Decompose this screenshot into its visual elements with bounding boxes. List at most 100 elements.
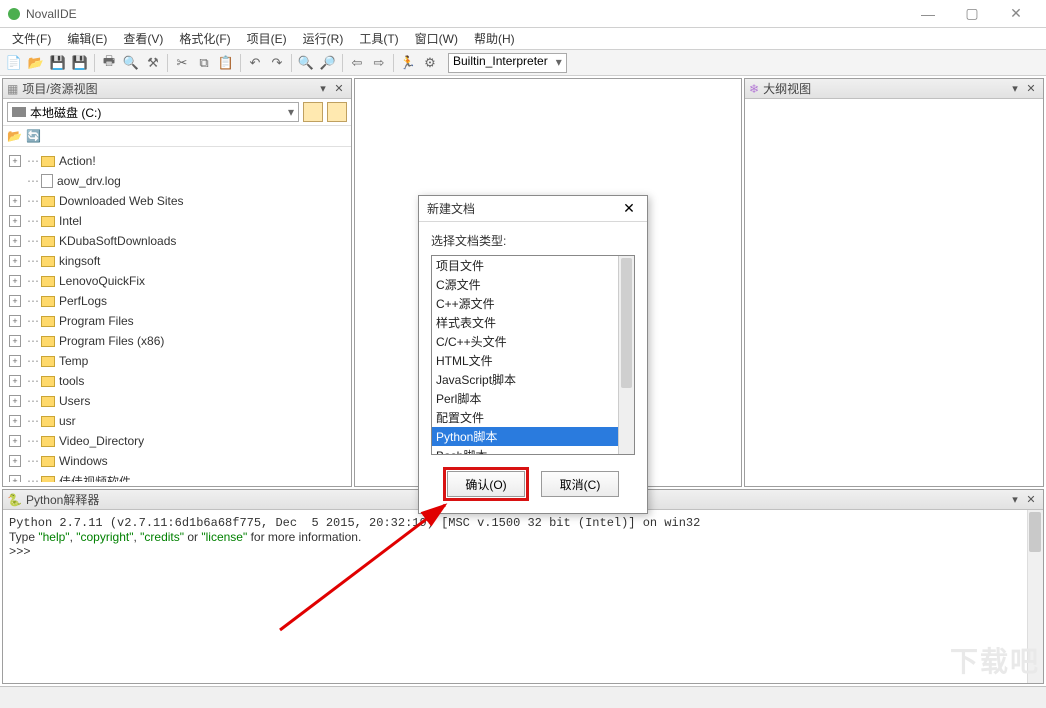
expander-icon[interactable]: +	[9, 155, 21, 167]
tree-item[interactable]: +⋯Windows	[9, 451, 345, 471]
file-tree[interactable]: +⋯Action!+⋯aow_drv.log+⋯Downloaded Web S…	[3, 147, 351, 482]
expander-icon[interactable]: +	[9, 195, 21, 207]
open-folder-icon[interactable]: 📂	[7, 129, 22, 143]
panel-menu-button[interactable]: ▾	[315, 81, 331, 97]
copy-icon[interactable]: ⧉	[194, 53, 214, 73]
zoom-out-icon[interactable]: 🔎	[318, 53, 338, 73]
gear-icon[interactable]: ⚙	[420, 53, 440, 73]
project-panel-header: ▦ 项目/资源视图 ▾ ✕	[3, 79, 351, 99]
redo-icon[interactable]: ↷	[267, 53, 287, 73]
panel-close-button[interactable]: ✕	[1023, 492, 1039, 508]
tree-item[interactable]: +⋯usr	[9, 411, 345, 431]
tool-icon[interactable]: ⚒	[143, 53, 163, 73]
expander-icon[interactable]: +	[9, 435, 21, 447]
tree-item-label: PerfLogs	[59, 294, 107, 308]
ok-button[interactable]: 确认(O)	[447, 471, 525, 497]
drive-select[interactable]: 本地磁盘 (C:)	[7, 102, 299, 122]
drive-btn-2[interactable]	[327, 102, 347, 122]
tree-item-label: Intel	[59, 214, 82, 228]
panel-menu-button[interactable]: ▾	[1007, 492, 1023, 508]
open-file-icon[interactable]: 📂	[26, 53, 46, 73]
menu-format[interactable]: 格式化(F)	[171, 30, 238, 47]
menu-file[interactable]: 文件(F)	[4, 30, 59, 47]
expander-icon[interactable]: +	[9, 215, 21, 227]
expander-icon[interactable]: +	[9, 355, 21, 367]
listbox-item[interactable]: Perl脚本	[432, 389, 618, 408]
expander-icon[interactable]: +	[9, 395, 21, 407]
run-icon[interactable]: 🏃	[398, 53, 418, 73]
python-console[interactable]: Python 2.7.11 (v2.7.11:6d1b6a68f775, Dec…	[3, 510, 1043, 683]
print-icon[interactable]: 🖶	[99, 53, 119, 73]
panel-close-button[interactable]: ✕	[1023, 81, 1039, 97]
doc-type-listbox[interactable]: 项目文件C源文件C++源文件样式表文件C/C++头文件HTML文件JavaScr…	[431, 255, 635, 455]
folder-icon	[41, 356, 55, 367]
listbox-item[interactable]: C源文件	[432, 275, 618, 294]
back-icon[interactable]: ⇦	[347, 53, 367, 73]
expander-icon[interactable]: +	[9, 455, 21, 467]
expander-icon[interactable]: +	[9, 315, 21, 327]
menu-view[interactable]: 查看(V)	[115, 30, 171, 47]
save-icon[interactable]: 💾	[48, 53, 68, 73]
close-button[interactable]: ✕	[994, 0, 1038, 28]
listbox-item[interactable]: C++源文件	[432, 294, 618, 313]
expander-icon[interactable]: +	[9, 235, 21, 247]
tree-item[interactable]: +⋯Action!	[9, 151, 345, 171]
tree-item[interactable]: +⋯kingsoft	[9, 251, 345, 271]
menu-window[interactable]: 窗口(W)	[407, 30, 466, 47]
listbox-item[interactable]: JavaScript脚本	[432, 370, 618, 389]
tree-item[interactable]: +⋯Temp	[9, 351, 345, 371]
panel-close-button[interactable]: ✕	[331, 81, 347, 97]
tree-item[interactable]: +⋯Program Files (x86)	[9, 331, 345, 351]
listbox-item[interactable]: 样式表文件	[432, 313, 618, 332]
tree-item[interactable]: +⋯PerfLogs	[9, 291, 345, 311]
interpreter-select[interactable]: Builtin_Interpreter	[448, 53, 567, 73]
menu-run[interactable]: 运行(R)	[295, 30, 352, 47]
tree-item[interactable]: +⋯Users	[9, 391, 345, 411]
save-all-icon[interactable]: 💾	[70, 53, 90, 73]
expander-icon[interactable]: +	[9, 375, 21, 387]
listbox-item[interactable]: 项目文件	[432, 256, 618, 275]
undo-icon[interactable]: ↶	[245, 53, 265, 73]
tree-item[interactable]: +⋯Downloaded Web Sites	[9, 191, 345, 211]
cut-icon[interactable]: ✂	[172, 53, 192, 73]
listbox-item[interactable]: HTML文件	[432, 351, 618, 370]
panel-menu-button[interactable]: ▾	[1007, 81, 1023, 97]
expander-icon[interactable]: +	[9, 275, 21, 287]
outline-panel-header: ❄ 大纲视图 ▾ ✕	[745, 79, 1043, 99]
expander-icon[interactable]: +	[9, 335, 21, 347]
drive-btn-1[interactable]	[303, 102, 323, 122]
tree-item[interactable]: +⋯tools	[9, 371, 345, 391]
expander-icon[interactable]: +	[9, 255, 21, 267]
new-file-icon[interactable]: 📄	[4, 53, 24, 73]
tree-item[interactable]: +⋯佳佳视频软件	[9, 471, 345, 482]
listbox-item[interactable]: Bash脚本	[432, 446, 618, 454]
tree-item-label: KDubaSoftDownloads	[59, 234, 176, 248]
zoom-in-icon[interactable]: 🔍	[296, 53, 316, 73]
listbox-scrollbar[interactable]	[618, 256, 634, 454]
refresh-icon[interactable]: 🔄	[26, 129, 41, 143]
tree-item[interactable]: +⋯Video_Directory	[9, 431, 345, 451]
forward-icon[interactable]: ⇨	[369, 53, 389, 73]
menu-project[interactable]: 项目(E)	[239, 30, 295, 47]
dialog-close-button[interactable]: ✕	[619, 199, 639, 219]
listbox-item[interactable]: C/C++头文件	[432, 332, 618, 351]
tree-item[interactable]: +⋯Program Files	[9, 311, 345, 331]
tree-item[interactable]: +⋯aow_drv.log	[9, 171, 345, 191]
listbox-item[interactable]: 配置文件	[432, 408, 618, 427]
maximize-button[interactable]: ▢	[950, 0, 994, 28]
menu-edit[interactable]: 编辑(E)	[59, 30, 115, 47]
tree-item[interactable]: +⋯Intel	[9, 211, 345, 231]
menu-help[interactable]: 帮助(H)	[466, 30, 523, 47]
expander-icon[interactable]: +	[9, 475, 21, 482]
cancel-button[interactable]: 取消(C)	[541, 471, 619, 497]
minimize-button[interactable]: —	[906, 0, 950, 28]
expander-icon[interactable]: +	[9, 415, 21, 427]
tree-item[interactable]: +⋯LenovoQuickFix	[9, 271, 345, 291]
tree-item[interactable]: +⋯KDubaSoftDownloads	[9, 231, 345, 251]
expander-icon[interactable]: +	[9, 295, 21, 307]
menu-tools[interactable]: 工具(T)	[351, 30, 406, 47]
paste-icon[interactable]: 📋	[216, 53, 236, 73]
listbox-item[interactable]: Python脚本	[432, 427, 618, 446]
find-icon[interactable]: 🔍	[121, 53, 141, 73]
folder-icon	[41, 316, 55, 327]
